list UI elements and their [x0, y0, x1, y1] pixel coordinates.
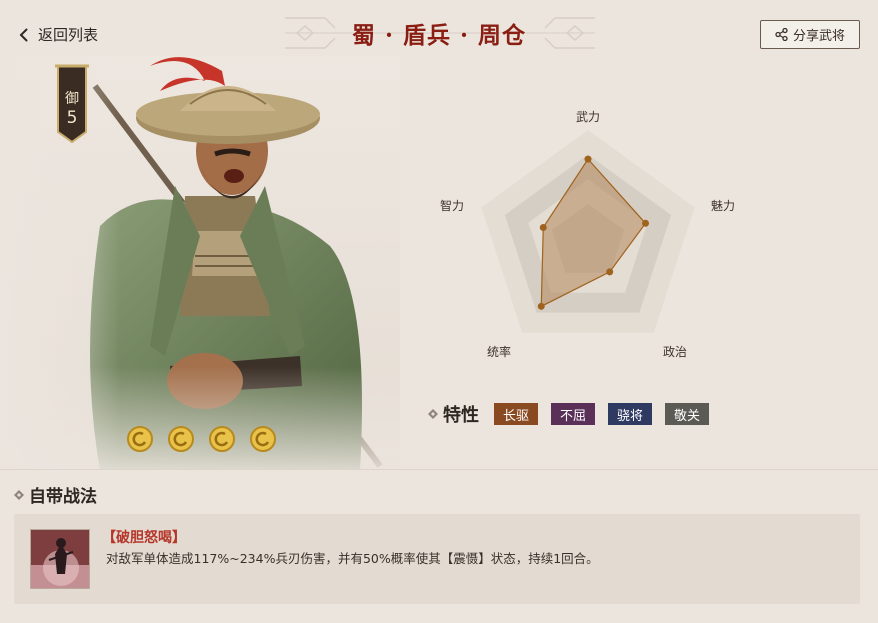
- star-coin-icon: [168, 426, 194, 452]
- diamond-icon: [14, 489, 24, 500]
- radar-point: [537, 302, 545, 310]
- section-divider: [0, 469, 878, 470]
- share-label: 分享武将: [792, 29, 845, 44]
- general-detail-page: 返回列表 蜀 · 盾兵 · 周仓 分享武将 御 5 武力 魅力 政治 统率 智力…: [0, 0, 878, 623]
- traits-heading: 特性: [443, 405, 479, 426]
- rank-glyph: 御: [65, 91, 79, 107]
- radar-label-politics: 政治: [663, 345, 688, 359]
- radar-point: [606, 268, 614, 276]
- skill-card[interactable]: 【破胆怒喝】 对敌军单体造成117%~234%兵刃伤害，并有50%概率使其【震慑…: [14, 514, 860, 604]
- trait-tag[interactable]: 骁将: [608, 403, 653, 425]
- radar-label-intellect: 智力: [440, 199, 465, 213]
- skill-art-icon: [31, 530, 89, 588]
- skill-description: 对敌军单体造成117%~234%兵刃伤害，并有50%概率使其【震慑】状态，持续1…: [106, 551, 599, 566]
- skills-section-header: 自带战法: [14, 482, 97, 507]
- skill-name: 【破胆怒喝】: [102, 530, 186, 546]
- rank-badge: 御 5: [55, 62, 89, 144]
- radar-svg: [481, 130, 695, 333]
- trait-tag[interactable]: 敬关: [665, 403, 710, 425]
- radar-point: [642, 219, 650, 227]
- share-general-button[interactable]: 分享武将: [760, 20, 860, 49]
- diamond-icon: [428, 409, 438, 419]
- radar-point: [539, 223, 547, 231]
- rank-number: 5: [66, 108, 78, 128]
- general-portrait: 御 5: [0, 56, 400, 470]
- radar-point: [584, 155, 592, 163]
- traits-row: 特性 长驱 不屈 骁将 敬关: [428, 401, 722, 427]
- trait-tag[interactable]: 长驱: [494, 403, 539, 425]
- page-title: 蜀 · 盾兵 · 周仓: [351, 22, 527, 49]
- share-icon: [775, 28, 788, 41]
- star-rating: [126, 425, 277, 453]
- skills-heading: 自带战法: [29, 487, 97, 507]
- trait-tag[interactable]: 不屈: [551, 403, 596, 425]
- star-coin-icon: [209, 426, 235, 452]
- skill-icon: [30, 529, 90, 589]
- star-coin-icon: [127, 426, 153, 452]
- radar-label-charm: 魅力: [711, 199, 736, 213]
- star-coin-icon: [250, 426, 276, 452]
- radar-label-force: 武力: [576, 110, 601, 124]
- attribute-radar-chart: 武力 魅力 政治 统率 智力: [430, 100, 750, 370]
- radar-label-command: 统率: [487, 345, 512, 359]
